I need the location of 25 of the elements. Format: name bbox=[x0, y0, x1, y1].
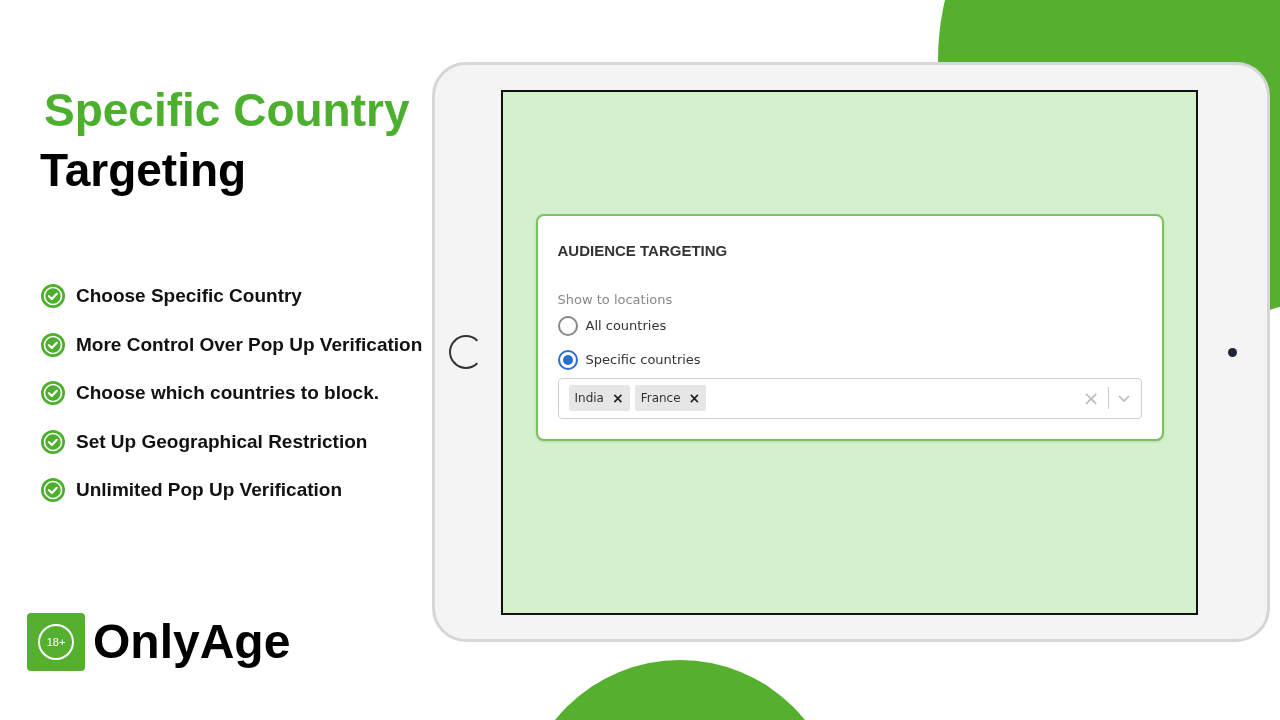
logo-wordmark: OnlyAge bbox=[93, 614, 291, 670]
feature-text: Choose which countries to block. bbox=[76, 381, 379, 405]
field-label: Show to locations bbox=[557, 291, 674, 309]
check-circle-icon bbox=[40, 331, 66, 358]
tag-remove-button[interactable]: × bbox=[611, 387, 624, 409]
feature-text: Set Up Geographical Restriction bbox=[76, 429, 368, 454]
headline-second-line: Targeting bbox=[40, 143, 248, 198]
tag-label: France bbox=[640, 390, 681, 407]
check-circle-icon bbox=[40, 283, 66, 310]
feature-text: Choose Specific Country bbox=[76, 284, 302, 308]
radio-button[interactable] bbox=[557, 315, 578, 336]
feature-text: Unlimited Pop Up Verification bbox=[76, 478, 343, 502]
radio-option[interactable]: Specific countries bbox=[557, 349, 1142, 370]
headline-first-line: Specific Country bbox=[43, 83, 411, 138]
check-circle-icon bbox=[40, 380, 66, 407]
check-circle-icon bbox=[40, 477, 66, 504]
feature-text: More Control Over Pop Up Verification bbox=[76, 332, 423, 357]
tag-label: India bbox=[574, 390, 604, 407]
card-title: AUDIENCE TARGETING bbox=[557, 240, 729, 261]
country-select[interactable]: India × France × × bbox=[557, 377, 1142, 419]
radio-button[interactable] bbox=[557, 349, 578, 370]
tag-remove-button[interactable]: × bbox=[688, 387, 701, 409]
check-circle-icon bbox=[40, 428, 66, 455]
logo-badge-text: 18+ bbox=[46, 634, 66, 650]
radio-option[interactable]: All countries bbox=[557, 315, 1142, 336]
